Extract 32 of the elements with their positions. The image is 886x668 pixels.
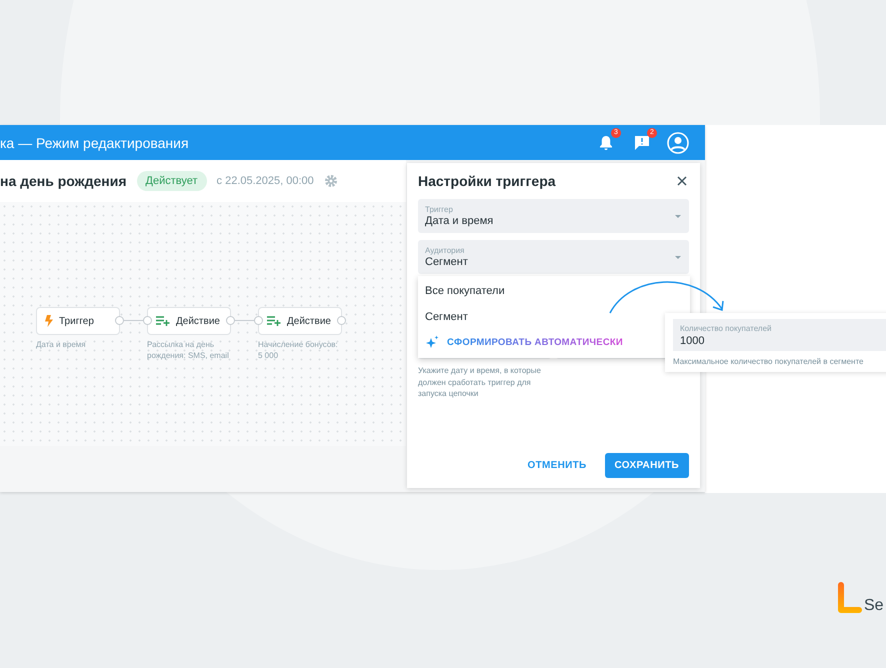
chain-title: на день рождения — [0, 173, 127, 189]
settings-icon[interactable] — [324, 174, 338, 188]
avatar-icon[interactable] — [667, 132, 689, 154]
node-description: Начисление бонусов: 5 000 — [258, 340, 339, 362]
lightning-icon — [45, 315, 53, 327]
dialog-title: Настройки триггера — [418, 173, 556, 189]
helper-text: Укажите дату и время, в которые должен сработать триггер для запуска цепочки — [418, 365, 542, 400]
output-port[interactable] — [115, 316, 124, 325]
start-date: с 22.05.2025, 00:00 — [216, 175, 314, 187]
helper-text: Максимальное количество покупателей в сегменте — [673, 357, 864, 366]
input-port[interactable] — [254, 316, 263, 325]
caret-icon — [674, 214, 682, 218]
bell-icon[interactable] — [599, 134, 613, 150]
logo-icon — [836, 582, 862, 614]
select-field[interactable]: Аудитория Сегмент — [418, 240, 689, 274]
chat-icon[interactable] — [634, 134, 650, 150]
list-add-icon — [156, 316, 170, 326]
window-title: ка — Режим редактирования — [0, 134, 190, 150]
output-port[interactable] — [337, 316, 346, 325]
menu-item[interactable]: Все покупатели — [418, 278, 690, 304]
close-button[interactable] — [675, 174, 689, 188]
count-field[interactable]: Количество покупателей 1000 — [673, 319, 886, 351]
caret-icon — [674, 254, 682, 260]
status-badge: Действует — [136, 171, 207, 191]
select-field[interactable]: Триггер Дата и время — [418, 199, 689, 233]
list-add-icon — [267, 316, 281, 326]
node-description: Дата и время — [36, 340, 87, 351]
output-port[interactable] — [226, 316, 235, 325]
sparkle-icon — [425, 335, 439, 349]
input-port[interactable] — [143, 316, 152, 325]
node-description: Рассылка на день рождения: SMS, email — [147, 340, 229, 362]
logo-text: Se — [864, 598, 884, 614]
